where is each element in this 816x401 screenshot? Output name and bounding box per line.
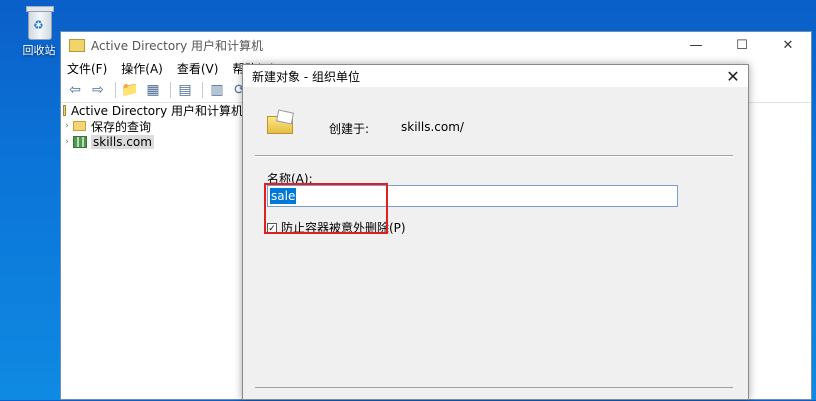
close-button[interactable]: ✕ bbox=[765, 32, 811, 58]
recycle-bin-icon: ♻ bbox=[22, 4, 56, 40]
divider bbox=[255, 155, 733, 157]
toolbar-divider bbox=[115, 82, 116, 98]
dialog-close-button[interactable]: ✕ bbox=[718, 65, 748, 87]
tree-root[interactable]: Active Directory 用户和计算机 bbox=[61, 102, 243, 118]
menu-action[interactable]: 操作(A) bbox=[121, 60, 163, 77]
window-titlebar[interactable]: Active Directory 用户和计算机 — ☐ ✕ bbox=[61, 32, 811, 58]
ad-root-icon bbox=[62, 104, 66, 116]
minimize-button[interactable]: — bbox=[673, 32, 719, 58]
created-in-label: 创建于: bbox=[329, 122, 370, 136]
protect-checkbox[interactable]: ✓ bbox=[267, 222, 277, 234]
back-arrow-icon[interactable]: ⇦ bbox=[65, 81, 85, 99]
created-in-value: skills.com/ bbox=[401, 120, 464, 134]
forward-arrow-icon[interactable]: ⇨ bbox=[88, 81, 108, 99]
chevron-right-icon[interactable]: › bbox=[61, 121, 73, 131]
domain-icon bbox=[73, 136, 87, 148]
organizational-unit-icon bbox=[267, 109, 295, 135]
up-folder-icon[interactable]: 📁 bbox=[120, 81, 140, 99]
dialog-title: 新建对象 - 组织单位 bbox=[252, 69, 360, 84]
menu-view[interactable]: 查看(V) bbox=[177, 60, 219, 77]
properties-icon[interactable]: ▤ bbox=[175, 81, 195, 99]
export-list-icon[interactable]: ▥ bbox=[207, 81, 227, 99]
tree-item-saved-queries[interactable]: › 保存的查询 bbox=[61, 118, 243, 134]
protect-container-option[interactable]: ✓ 防止容器被意外删除(P) bbox=[267, 219, 406, 236]
tree-item-label: skills.com bbox=[91, 135, 154, 149]
chevron-right-icon[interactable]: › bbox=[61, 137, 73, 147]
show-tree-icon[interactable]: ▦ bbox=[143, 81, 163, 99]
ad-app-icon bbox=[69, 38, 85, 52]
recycle-bin-desktop-icon[interactable]: ♻ 回收站 bbox=[14, 4, 64, 58]
menu-file[interactable]: 文件(F) bbox=[67, 60, 107, 77]
toolbar-divider bbox=[202, 82, 203, 98]
tree-item-domain[interactable]: › skills.com bbox=[61, 134, 243, 150]
folder-icon bbox=[73, 121, 86, 131]
dialog-titlebar[interactable]: 新建对象 - 组织单位 ✕ bbox=[243, 65, 748, 87]
divider bbox=[255, 387, 733, 388]
name-input[interactable]: sale bbox=[267, 185, 678, 207]
recycle-bin-label: 回收站 bbox=[22, 44, 56, 57]
console-tree: Active Directory 用户和计算机 › 保存的查询 › skills… bbox=[61, 102, 243, 401]
toolbar-divider bbox=[170, 82, 171, 98]
tree-item-label: 保存的查询 bbox=[91, 119, 152, 134]
maximize-button[interactable]: ☐ bbox=[719, 32, 765, 58]
name-input-value: sale bbox=[270, 188, 297, 204]
new-ou-dialog: 新建对象 - 组织单位 ✕ 创建于: skills.com/ 名称(A): sa… bbox=[242, 64, 749, 400]
window-title: Active Directory 用户和计算机 bbox=[91, 38, 264, 53]
protect-checkbox-label: 防止容器被意外删除(P) bbox=[281, 221, 406, 235]
tree-root-label: Active Directory 用户和计算机 bbox=[70, 103, 243, 118]
